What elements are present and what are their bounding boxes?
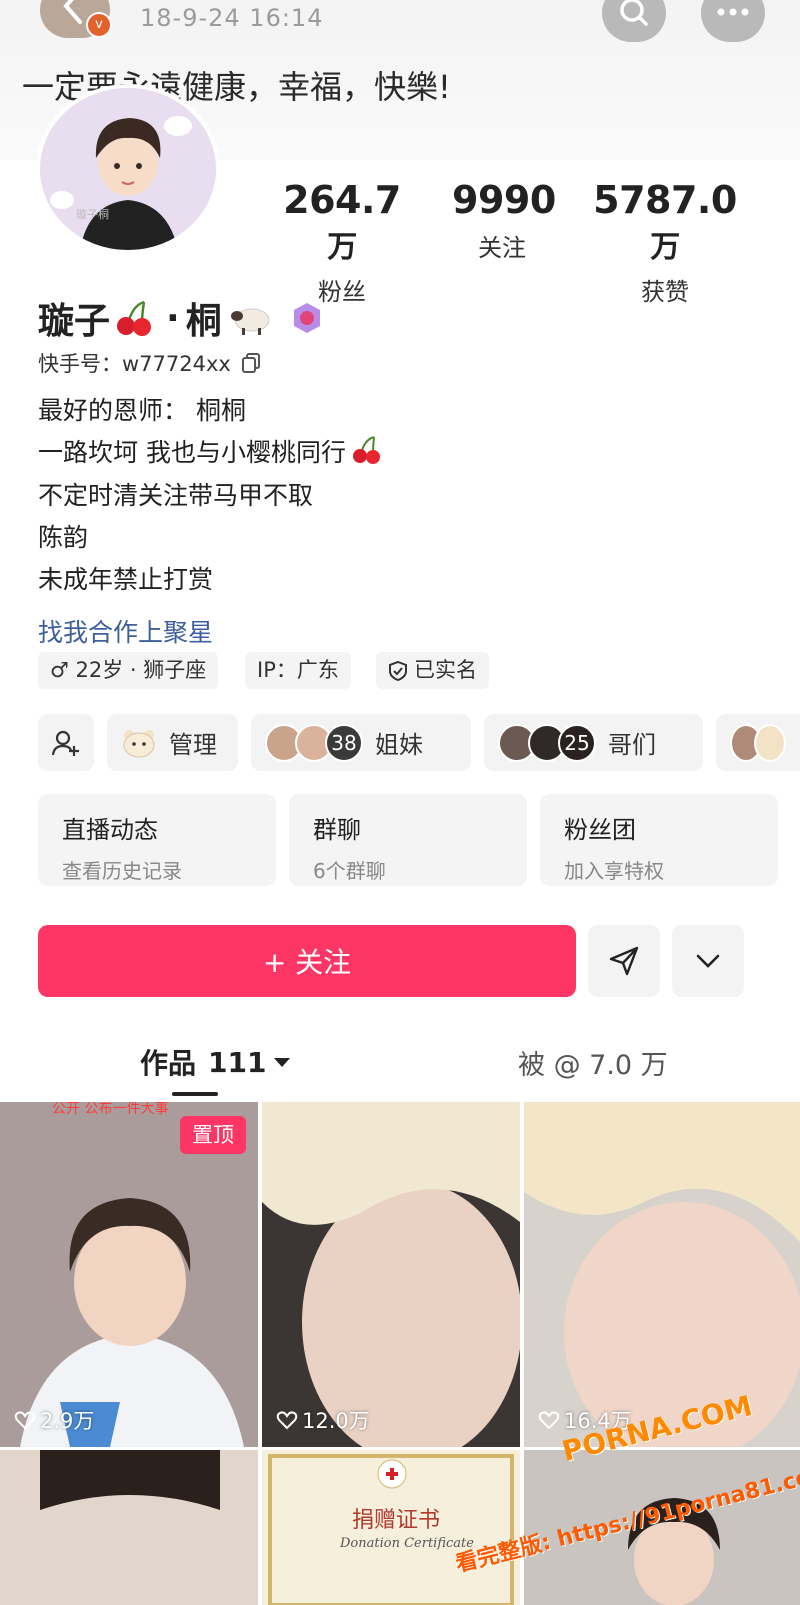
group-chat-box[interactable]: 群聊 6个群聊 bbox=[289, 794, 527, 886]
add-friend-button[interactable] bbox=[38, 714, 94, 771]
bio-line: 陈韵 bbox=[38, 523, 89, 552]
back-arrow-icon bbox=[63, 0, 82, 24]
video-thumbnail[interactable]: 公开 公布一件大事 置顶 2.9万 bbox=[0, 1102, 258, 1447]
sheep-emoji-icon bbox=[230, 308, 270, 335]
post-time: 18-9-24 16:14 bbox=[140, 4, 324, 32]
video-cover-image bbox=[262, 1102, 520, 1447]
cherry-emoji-icon bbox=[117, 300, 152, 336]
video-thumbnail[interactable] bbox=[0, 1450, 258, 1605]
video-cover-image bbox=[524, 1102, 800, 1447]
bio-line: 最好的恩师： 桐桐 bbox=[38, 396, 246, 425]
tag-age-zodiac: ♂ 22岁 · 狮子座 bbox=[38, 652, 219, 689]
video-cover-image bbox=[0, 1450, 258, 1605]
live-history-box[interactable]: 直播动态 查看历史记录 bbox=[38, 794, 276, 886]
bros-group[interactable]: 25 哥们 bbox=[484, 714, 703, 771]
member-count: 25 bbox=[558, 723, 596, 762]
member-avatar bbox=[754, 723, 786, 762]
tab-mentions[interactable]: 被 @ 7.0 万 bbox=[518, 1043, 668, 1082]
avatar[interactable]: 璇子桐 bbox=[36, 84, 220, 254]
cherry-emoji-icon bbox=[352, 436, 380, 464]
manage-button[interactable]: 管理 bbox=[107, 714, 238, 771]
like-count: 12.0万 bbox=[276, 1405, 370, 1435]
verified-badge-icon: v bbox=[86, 12, 112, 38]
stat-likes[interactable]: 5787.0万 获赞 bbox=[584, 178, 746, 307]
bio-line: 不定时清关注带马甲不取 bbox=[38, 481, 314, 510]
stat-following[interactable]: 9990 关注 bbox=[452, 178, 556, 263]
certificate-thumbnail[interactable]: 捐赠证书 Donation Certificate bbox=[262, 1450, 520, 1605]
like-count: 2.9万 bbox=[14, 1405, 94, 1435]
search-button[interactable] bbox=[602, 0, 666, 42]
level-badge-icon[interactable] bbox=[290, 301, 324, 335]
heart-icon bbox=[276, 1411, 298, 1430]
kuaishou-id: 快手号：w77724xx bbox=[38, 348, 263, 378]
svg-text:璇子桐: 璇子桐 bbox=[76, 207, 109, 221]
tag-verified: 已实名 bbox=[376, 652, 489, 689]
avatar-illustration: 璇子桐 bbox=[40, 88, 216, 250]
send-icon bbox=[609, 946, 639, 976]
display-name: 璇子 · 桐 bbox=[38, 292, 324, 344]
heart-icon bbox=[538, 1411, 560, 1430]
more-button[interactable] bbox=[701, 0, 765, 42]
shield-check-icon bbox=[389, 660, 407, 681]
caret-down-icon bbox=[274, 1058, 291, 1067]
add-user-icon bbox=[51, 730, 79, 756]
search-icon bbox=[620, 0, 648, 26]
heart-icon bbox=[14, 1411, 36, 1430]
bio-line: 一路坎坷 我也与小樱桃同行 bbox=[38, 433, 384, 469]
more-groups[interactable] bbox=[716, 714, 800, 771]
bear-emoji-icon bbox=[123, 729, 155, 757]
more-icon bbox=[717, 8, 749, 16]
tab-works[interactable]: 作品 111 bbox=[140, 1042, 292, 1082]
member-count: 38 bbox=[325, 723, 363, 762]
tag-ip-location: IP：广东 bbox=[245, 652, 351, 689]
stat-followers[interactable]: 264.7万 粉丝 bbox=[274, 178, 410, 307]
tab-indicator bbox=[172, 1092, 218, 1096]
follow-button[interactable]: + 关注 bbox=[38, 925, 576, 997]
expand-button[interactable] bbox=[672, 925, 744, 997]
fan-club-box[interactable]: 粉丝团 加入享特权 bbox=[540, 794, 778, 886]
copy-icon[interactable] bbox=[241, 352, 263, 374]
pinned-badge: 置顶 bbox=[180, 1116, 246, 1154]
video-thumbnail[interactable]: 12.0万 bbox=[262, 1102, 520, 1447]
bio-line: 未成年禁止打赏 bbox=[38, 565, 214, 594]
sisters-group[interactable]: 38 姐妹 bbox=[251, 714, 471, 771]
collaboration-link[interactable]: 找我合作上聚星 bbox=[38, 613, 213, 649]
video-thumbnail[interactable]: 16.4万 bbox=[524, 1102, 800, 1447]
chevron-down-icon bbox=[696, 954, 720, 968]
message-button[interactable] bbox=[588, 925, 660, 997]
